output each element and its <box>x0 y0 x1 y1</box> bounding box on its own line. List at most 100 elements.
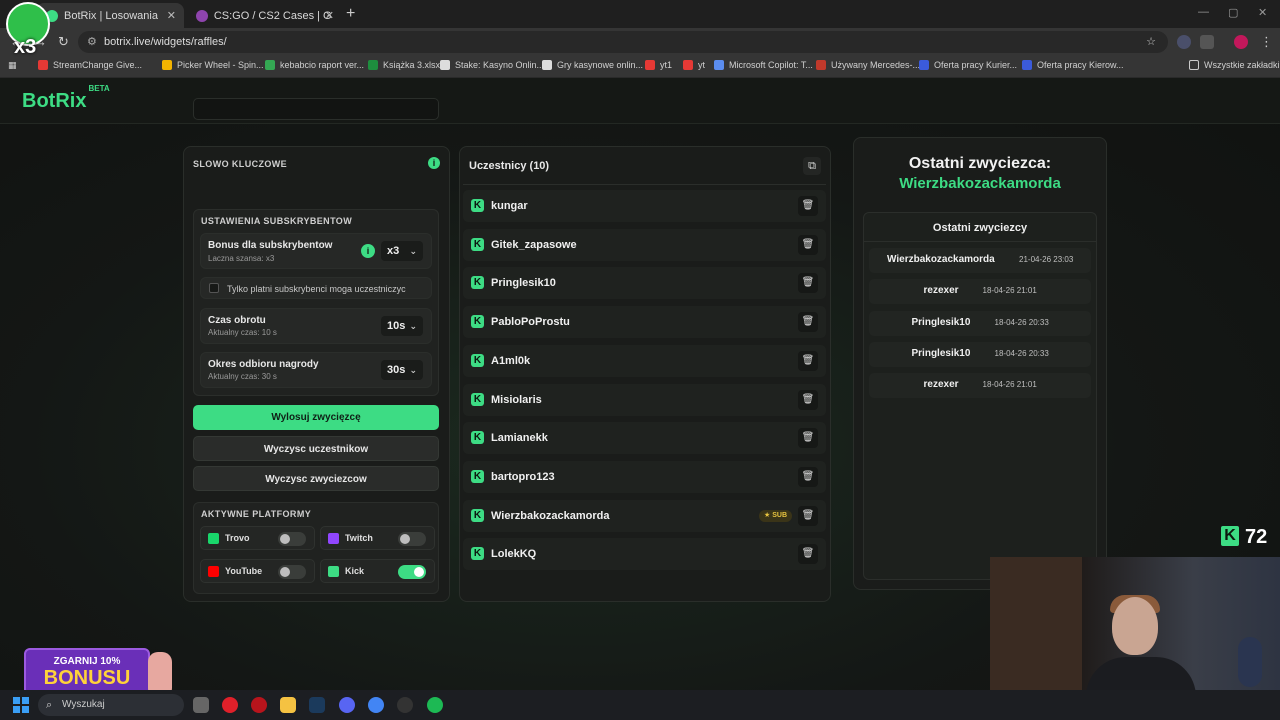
kick-icon: K <box>471 353 484 367</box>
opera-icon[interactable] <box>222 697 238 713</box>
paid-only-checkbox[interactable] <box>209 283 219 293</box>
close-tab-icon[interactable]: ✕ <box>325 9 334 22</box>
claim-period-select[interactable]: 30s ⌄ <box>381 360 423 380</box>
bookmark-item[interactable]: StreamChange Give... <box>38 60 142 70</box>
menu-kebab-icon[interactable]: ⋮ <box>1260 34 1273 50</box>
platform-trovo: Trovo <box>200 526 315 550</box>
kick-icon: K <box>471 315 484 329</box>
discord-icon[interactable] <box>339 697 355 713</box>
trash-icon[interactable]: 🗑 <box>798 350 818 371</box>
file-explorer-icon[interactable] <box>280 697 296 713</box>
clear-winners-button[interactable]: Wyczysc zwyciezcow <box>193 466 439 491</box>
bonus-info-icon[interactable]: i <box>361 244 375 258</box>
bookmark-label: yt <box>698 60 706 70</box>
bookmark-item[interactable]: yt1 <box>645 60 672 70</box>
bookmark-favicon-icon <box>1022 60 1032 70</box>
trash-icon[interactable]: 🗑 <box>798 234 818 255</box>
bookmark-item[interactable]: yt <box>683 60 705 70</box>
divider <box>463 184 826 185</box>
participant-name: bartopro123 <box>491 470 555 483</box>
all-bookmarks-folder[interactable]: Wszystkie zakładki <box>1189 60 1280 70</box>
claim-period-title: Okres odbioru nagrody <box>208 359 319 370</box>
twitch-toggle[interactable] <box>398 532 426 546</box>
trash-icon[interactable]: 🗑 <box>798 273 818 294</box>
botrix-logo[interactable]: BotRixBETA <box>22 84 110 113</box>
close-window-icon[interactable]: ✕ <box>1258 6 1267 19</box>
bookmark-item[interactable]: Książka 3.xlsx <box>368 60 440 70</box>
bookmark-item[interactable]: Gry kasynowe onlin... <box>542 60 643 70</box>
beta-badge: BETA <box>88 84 110 94</box>
trash-icon[interactable]: 🗑 <box>798 389 818 410</box>
winner-date: 18-04-26 20:33 <box>994 348 1049 358</box>
twitch-icon <box>328 533 339 544</box>
chrome-icon[interactable] <box>368 697 384 713</box>
trash-icon[interactable]: 🗑 <box>798 428 818 449</box>
steam-icon[interactable] <box>309 697 325 713</box>
taskbar-search-input[interactable]: ⌕ Wyszukaj <box>38 694 184 716</box>
platform-label: Trovo <box>225 533 250 543</box>
bookmark-star-icon[interactable]: ☆ <box>1146 31 1156 53</box>
reload-icon[interactable]: ↻ <box>58 34 69 50</box>
obs-icon[interactable] <box>397 697 413 713</box>
new-tab-button[interactable]: + <box>346 5 355 23</box>
chevron-down-icon: ⌄ <box>409 246 417 256</box>
bookmark-item[interactable]: Picker Wheel - Spin... <box>162 60 264 70</box>
extension-icon[interactable] <box>1177 35 1191 49</box>
participant-name: Pringlesik10 <box>491 277 556 290</box>
kick-icon: K <box>471 431 484 445</box>
participant-row: K Pringlesik10 🗑 <box>463 267 826 300</box>
kick-toggle[interactable] <box>398 565 426 579</box>
trash-icon[interactable]: 🗑 <box>798 505 818 526</box>
bookmark-favicon-icon <box>645 60 655 70</box>
apps-grid-icon[interactable]: ▦ <box>8 60 17 71</box>
keyword-info-icon[interactable]: i <box>428 157 440 169</box>
chevron-down-icon: ⌄ <box>409 321 417 331</box>
windows-start-icon[interactable] <box>13 697 29 713</box>
profile-avatar-icon[interactable] <box>1234 35 1248 49</box>
trash-icon[interactable]: 🗑 <box>798 544 818 565</box>
tab-title: BotRix | Losowania <box>64 9 158 22</box>
folder-icon <box>1189 60 1199 70</box>
trash-icon[interactable]: 🗑 <box>798 196 818 216</box>
participant-row: K Wierzbakozackamorda ★ SUB 🗑 <box>463 499 826 532</box>
bookmark-favicon-icon <box>816 60 826 70</box>
bookmark-item[interactable]: kebabcio raport ver... <box>265 60 364 70</box>
participant-row: K Lamianekk 🗑 <box>463 422 826 455</box>
site-settings-icon[interactable]: ⚙ <box>87 31 97 53</box>
bookmark-label: Książka 3.xlsx <box>383 60 441 70</box>
windows-taskbar: ⌕ Wyszukaj <box>0 690 1280 720</box>
close-tab-icon[interactable]: ✕ <box>167 9 176 22</box>
minimize-icon[interactable]: — <box>1198 6 1209 18</box>
bookmark-item[interactable]: Oferta pracy Kierow... <box>1022 60 1124 70</box>
trash-icon[interactable]: 🗑 <box>798 466 818 487</box>
platforms-title: AKTYWNE PLATFORMY <box>201 509 312 519</box>
extensions-puzzle-icon[interactable] <box>1200 35 1214 49</box>
url-input[interactable]: ⚙ botrix.live/widgets/raffles/ ☆ <box>78 31 1168 53</box>
participant-row: Kbartopro123 🗑 <box>463 460 826 493</box>
keyword-input[interactable] <box>193 98 439 120</box>
draw-winner-button[interactable]: Wylosuj zwycięzcę <box>193 405 439 430</box>
bookmark-label: Picker Wheel - Spin... <box>177 60 264 70</box>
youtube-toggle[interactable] <box>278 565 306 579</box>
trash-icon[interactable]: 🗑 <box>798 312 818 333</box>
bookmark-item[interactable]: Stake: Kasyno Onlin... <box>440 60 544 70</box>
bonus-multiplier-select[interactable]: x3 ⌄ <box>381 241 423 261</box>
chevron-down-icon: ⌄ <box>409 365 417 375</box>
spin-time-select[interactable]: 10s ⌄ <box>381 316 423 336</box>
tab-title: CS:GO / CS2 Cases | G4Skins Ca <box>213 9 332 22</box>
tab-botrix[interactable]: BotRix | Losowania ✕ <box>36 3 184 28</box>
bookmark-item[interactable]: Oferta pracy Kurier... <box>919 60 1017 70</box>
spotify-icon[interactable] <box>427 697 443 713</box>
kick-icon: K <box>471 237 484 251</box>
opera-gx-icon[interactable] <box>251 697 267 713</box>
tab-g4skins[interactable]: CS:GO / CS2 Cases | G4Skins Ca ✕ <box>186 3 342 28</box>
task-view-icon[interactable] <box>193 697 209 713</box>
copy-icon[interactable]: ⧉ <box>803 157 821 175</box>
participant-name: A1ml0k <box>491 354 531 367</box>
maximize-icon[interactable]: ▢ <box>1228 6 1238 19</box>
trovo-toggle[interactable] <box>278 532 306 546</box>
bookmark-item[interactable]: Używany Mercedes-... <box>816 60 920 70</box>
platform-label: YouTube <box>225 566 263 576</box>
bookmark-item[interactable]: Microsoft Copilot: T... <box>714 60 813 70</box>
clear-participants-button[interactable]: Wyczysc uczestnikow <box>193 436 439 461</box>
